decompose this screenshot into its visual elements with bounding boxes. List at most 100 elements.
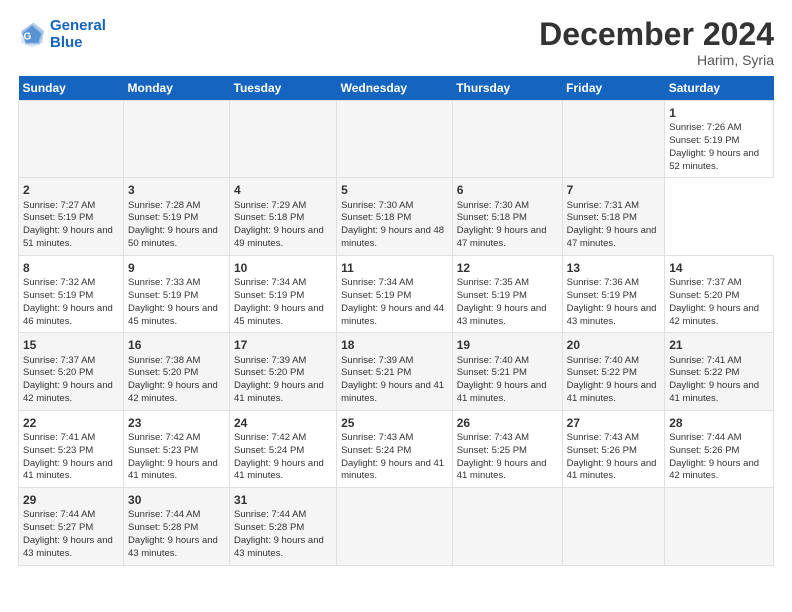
day-number: 26 (457, 415, 558, 431)
calendar-cell: 25Sunrise: 7:43 AMSunset: 5:24 PMDayligh… (337, 410, 453, 487)
sunset-text: Sunset: 5:19 PM (23, 290, 119, 303)
sunset-text: Sunset: 5:19 PM (567, 290, 661, 303)
calendar-cell: 30Sunrise: 7:44 AMSunset: 5:28 PMDayligh… (124, 488, 230, 565)
sunset-text: Sunset: 5:19 PM (234, 290, 332, 303)
day-number: 28 (669, 415, 769, 431)
calendar-cell: 31Sunrise: 7:44 AMSunset: 5:28 PMDayligh… (230, 488, 337, 565)
sunset-text: Sunset: 5:21 PM (457, 367, 558, 380)
sunrise-text: Sunrise: 7:37 AM (669, 277, 769, 290)
calendar-cell: 28Sunrise: 7:44 AMSunset: 5:26 PMDayligh… (665, 410, 774, 487)
sunrise-text: Sunrise: 7:43 AM (457, 432, 558, 445)
day-number: 20 (567, 337, 661, 353)
calendar-cell: 20Sunrise: 7:40 AMSunset: 5:22 PMDayligh… (562, 333, 665, 410)
sunset-text: Sunset: 5:20 PM (23, 367, 119, 380)
calendar-cell (230, 101, 337, 178)
header: G General Blue December 2024 Harim, Syri… (18, 18, 774, 68)
calendar-cell: 12Sunrise: 7:35 AMSunset: 5:19 PMDayligh… (452, 255, 562, 332)
calendar-cell: 1Sunrise: 7:26 AMSunset: 5:19 PMDaylight… (665, 101, 774, 178)
sunrise-text: Sunrise: 7:44 AM (128, 509, 225, 522)
sunrise-text: Sunrise: 7:30 AM (457, 200, 558, 213)
day-number: 7 (567, 182, 661, 198)
daylight-text: Daylight: 9 hours and 41 minutes. (567, 458, 661, 484)
sunset-text: Sunset: 5:23 PM (23, 445, 119, 458)
sunrise-text: Sunrise: 7:35 AM (457, 277, 558, 290)
daylight-text: Daylight: 9 hours and 48 minutes. (341, 225, 448, 251)
sunset-text: Sunset: 5:18 PM (457, 212, 558, 225)
day-number: 8 (23, 260, 119, 276)
calendar-cell: 7Sunrise: 7:31 AMSunset: 5:18 PMDaylight… (562, 178, 665, 255)
daylight-text: Daylight: 9 hours and 43 minutes. (23, 535, 119, 561)
sunset-text: Sunset: 5:20 PM (234, 367, 332, 380)
calendar-week-row: 8Sunrise: 7:32 AMSunset: 5:19 PMDaylight… (19, 255, 774, 332)
subtitle: Harim, Syria (539, 52, 774, 68)
calendar-cell: 4Sunrise: 7:29 AMSunset: 5:18 PMDaylight… (230, 178, 337, 255)
sunset-text: Sunset: 5:26 PM (669, 445, 769, 458)
daylight-text: Daylight: 9 hours and 46 minutes. (23, 303, 119, 329)
daylight-text: Daylight: 9 hours and 42 minutes. (128, 380, 225, 406)
sunrise-text: Sunrise: 7:44 AM (23, 509, 119, 522)
daylight-text: Daylight: 9 hours and 41 minutes. (669, 380, 769, 406)
calendar-cell: 29Sunrise: 7:44 AMSunset: 5:27 PMDayligh… (19, 488, 124, 565)
calendar-week-row: 22Sunrise: 7:41 AMSunset: 5:23 PMDayligh… (19, 410, 774, 487)
sunset-text: Sunset: 5:19 PM (128, 212, 225, 225)
calendar-cell: 6Sunrise: 7:30 AMSunset: 5:18 PMDaylight… (452, 178, 562, 255)
calendar-cell (337, 488, 453, 565)
daylight-text: Daylight: 9 hours and 41 minutes. (128, 458, 225, 484)
day-number: 15 (23, 337, 119, 353)
day-number: 31 (234, 492, 332, 508)
daylight-text: Daylight: 9 hours and 47 minutes. (457, 225, 558, 251)
sunrise-text: Sunrise: 7:30 AM (341, 200, 448, 213)
sunset-text: Sunset: 5:19 PM (128, 290, 225, 303)
calendar-cell: 19Sunrise: 7:40 AMSunset: 5:21 PMDayligh… (452, 333, 562, 410)
calendar-cell: 14Sunrise: 7:37 AMSunset: 5:20 PMDayligh… (665, 255, 774, 332)
daylight-text: Daylight: 9 hours and 45 minutes. (234, 303, 332, 329)
main-title: December 2024 (539, 18, 774, 50)
daylight-text: Daylight: 9 hours and 41 minutes. (567, 380, 661, 406)
sunrise-text: Sunrise: 7:32 AM (23, 277, 119, 290)
calendar-cell: 27Sunrise: 7:43 AMSunset: 5:26 PMDayligh… (562, 410, 665, 487)
day-number: 19 (457, 337, 558, 353)
calendar-cell: 11Sunrise: 7:34 AMSunset: 5:19 PMDayligh… (337, 255, 453, 332)
sunrise-text: Sunrise: 7:38 AM (128, 355, 225, 368)
calendar-cell: 21Sunrise: 7:41 AMSunset: 5:22 PMDayligh… (665, 333, 774, 410)
sunset-text: Sunset: 5:24 PM (234, 445, 332, 458)
daylight-text: Daylight: 9 hours and 44 minutes. (341, 303, 448, 329)
day-number: 29 (23, 492, 119, 508)
sunrise-text: Sunrise: 7:27 AM (23, 200, 119, 213)
sunrise-text: Sunrise: 7:34 AM (341, 277, 448, 290)
calendar-week-row: 2 Sunrise: 7:27 AM Sunset: 5:19 PM Daylight… (19, 178, 774, 255)
daylight-text: Daylight: 9 hours and 41 minutes. (234, 458, 332, 484)
weekday-header: Wednesday (337, 76, 453, 101)
day-number: 2 (23, 182, 119, 198)
weekday-header: Monday (124, 76, 230, 101)
day-number: 16 (128, 337, 225, 353)
calendar-cell (452, 101, 562, 178)
calendar-cell: 2Sunrise: 7:27 AMSunset: 5:19 PMDaylight… (19, 178, 124, 255)
weekday-header: Friday (562, 76, 665, 101)
sunrise-text: Sunrise: 7:26 AM (669, 122, 769, 135)
calendar-cell (452, 488, 562, 565)
calendar-cell: 22Sunrise: 7:41 AMSunset: 5:23 PMDayligh… (19, 410, 124, 487)
day-number: 12 (457, 260, 558, 276)
calendar-cell: 23Sunrise: 7:42 AMSunset: 5:23 PMDayligh… (124, 410, 230, 487)
sunset-text: Sunset: 5:22 PM (567, 367, 661, 380)
calendar-cell (562, 488, 665, 565)
daylight-text: Daylight: 9 hours and 51 minutes. (23, 225, 119, 251)
sunset-text: Sunset: 5:19 PM (457, 290, 558, 303)
daylight-text: Daylight: 9 hours and 47 minutes. (567, 225, 661, 251)
daylight-text: Daylight: 9 hours and 43 minutes. (567, 303, 661, 329)
daylight-text: Daylight: 9 hours and 43 minutes. (234, 535, 332, 561)
calendar-cell (562, 101, 665, 178)
sunrise-text: Sunrise: 7:41 AM (23, 432, 119, 445)
logo: G General Blue (18, 18, 106, 51)
title-block: December 2024 Harim, Syria (539, 18, 774, 68)
calendar-week-row: 1Sunrise: 7:26 AMSunset: 5:19 PMDaylight… (19, 101, 774, 178)
daylight-text: Daylight: 9 hours and 49 minutes. (234, 225, 332, 251)
calendar-table: SundayMondayTuesdayWednesdayThursdayFrid… (18, 76, 774, 566)
calendar-cell: 3Sunrise: 7:28 AMSunset: 5:19 PMDaylight… (124, 178, 230, 255)
sunrise-text: Sunrise: 7:28 AM (128, 200, 225, 213)
sunset-text: Sunset: 5:18 PM (567, 212, 661, 225)
daylight-text: Daylight: 9 hours and 43 minutes. (128, 535, 225, 561)
sunset-text: Sunset: 5:23 PM (128, 445, 225, 458)
day-number: 24 (234, 415, 332, 431)
